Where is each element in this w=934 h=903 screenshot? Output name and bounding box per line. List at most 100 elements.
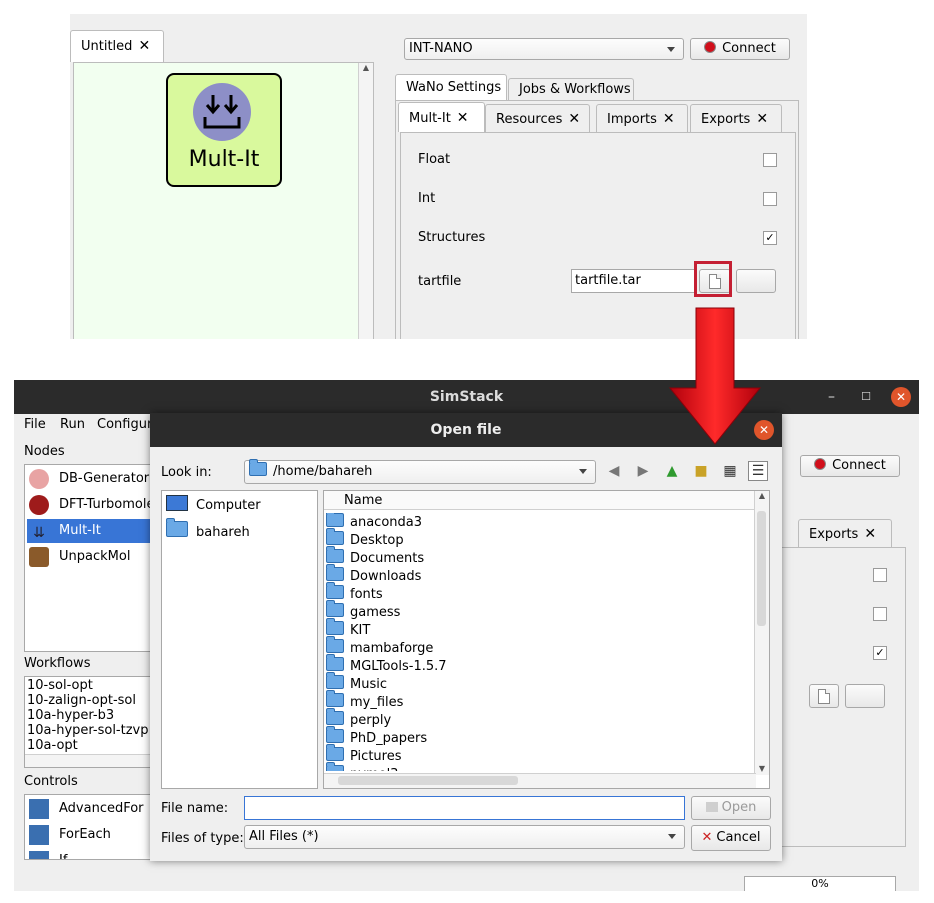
menu-file[interactable]: File bbox=[24, 417, 46, 432]
folder-icon bbox=[326, 762, 344, 771]
cancel-button[interactable]: ✕ Cancel bbox=[691, 825, 771, 851]
tab-exports[interactable]: Exports ✕ bbox=[690, 104, 782, 132]
file-name-input[interactable] bbox=[244, 796, 685, 820]
file-list-vscroll[interactable]: ▲ ▼ bbox=[754, 491, 769, 775]
scroll-down-icon[interactable]: ▼ bbox=[755, 764, 769, 773]
open-button[interactable]: Open bbox=[691, 796, 771, 820]
close-icon[interactable]: ✕ bbox=[568, 111, 580, 127]
back-icon[interactable]: ◀ bbox=[605, 462, 623, 480]
close-icon[interactable]: ✕ bbox=[756, 111, 768, 127]
tartfile-input[interactable]: tartfile.tar bbox=[571, 269, 695, 293]
connect-button[interactable]: Connect bbox=[800, 455, 900, 477]
turbomole-icon bbox=[29, 495, 49, 515]
workflow-canvas[interactable]: Mult-It ▲ bbox=[73, 62, 374, 339]
workflow-item[interactable]: 10-sol-opt bbox=[27, 678, 93, 693]
place-home[interactable]: bahareh bbox=[166, 518, 250, 543]
node-item[interactable]: DFT-Turbomole bbox=[27, 493, 155, 517]
file-row-label: gamess bbox=[350, 605, 401, 620]
file-row[interactable]: gamess bbox=[326, 600, 401, 621]
close-icon[interactable]: ✕ bbox=[138, 38, 150, 54]
files-of-type-select[interactable]: All Files (*) bbox=[244, 825, 685, 849]
scroll-up-icon[interactable]: ▲ bbox=[755, 491, 769, 500]
file-row[interactable]: my_files bbox=[326, 690, 403, 711]
tab-jobs-workflows[interactable]: Jobs & Workflows bbox=[508, 78, 634, 102]
tartfile-label: tartfile bbox=[418, 274, 462, 289]
canvas-scrollbar[interactable]: ▲ bbox=[358, 63, 373, 339]
detail-view-icon[interactable]: ☰ bbox=[748, 461, 768, 481]
folder-icon bbox=[326, 564, 344, 581]
node-item[interactable]: UnpackMol bbox=[27, 545, 130, 569]
nodes-list[interactable]: DB-Generator DFT-Turbomole ⇊ Mult-It Unpa… bbox=[24, 464, 179, 652]
file-list[interactable]: Name anaconda3 Desktop Documents Downloads f… bbox=[323, 490, 770, 789]
workflows-scrollbar[interactable] bbox=[25, 754, 163, 767]
workflow-item[interactable]: 10a-hyper-b3 bbox=[27, 708, 114, 723]
node-mult-it[interactable]: Mult-It bbox=[166, 73, 282, 187]
workflow-item[interactable]: 10a-hyper-sol-tzvp bbox=[27, 723, 148, 738]
control-item[interactable]: ForEach bbox=[27, 823, 111, 847]
file-row[interactable]: Documents bbox=[326, 546, 424, 567]
close-icon[interactable]: ✕ bbox=[864, 526, 876, 542]
workflow-item[interactable]: 10a-opt bbox=[27, 738, 78, 753]
open-file-dialog: Open file ✕ Look in: /home/bahareh ◀ ▶ ▲… bbox=[150, 413, 782, 861]
control-item[interactable]: AdvancedFor bbox=[27, 797, 144, 821]
look-in-select[interactable]: /home/bahareh bbox=[244, 459, 596, 484]
folder-icon bbox=[326, 726, 344, 743]
controls-list[interactable]: AdvancedFor ForEach If bbox=[24, 794, 164, 860]
forward-icon[interactable]: ▶ bbox=[634, 462, 652, 480]
highlight-box bbox=[694, 261, 732, 297]
file-row[interactable]: perply bbox=[326, 708, 391, 729]
control-item[interactable]: If bbox=[27, 849, 67, 859]
scroll-thumb[interactable] bbox=[757, 511, 766, 626]
column-header-name[interactable]: Name bbox=[324, 491, 756, 510]
maximize-icon[interactable]: ☐ bbox=[861, 380, 871, 414]
clear-file-button[interactable] bbox=[845, 684, 885, 708]
folder-icon bbox=[326, 582, 344, 599]
structures-checkbox[interactable]: ✓ bbox=[763, 231, 777, 245]
menu-run[interactable]: Run bbox=[60, 417, 85, 432]
close-icon[interactable]: ✕ bbox=[457, 110, 469, 126]
float-label: Float bbox=[418, 152, 451, 167]
file-row[interactable]: pymol3 bbox=[326, 762, 398, 771]
workflow-item[interactable]: 10-zalign-opt-sol bbox=[27, 693, 136, 708]
loop-icon bbox=[29, 799, 49, 819]
connect-button[interactable]: Connect bbox=[690, 38, 790, 60]
file-rows: anaconda3 Desktop Documents Downloads fonts g… bbox=[324, 513, 754, 771]
icon-view-icon[interactable]: ▦ bbox=[721, 462, 739, 480]
file-list-hscroll[interactable] bbox=[324, 773, 756, 788]
server-select[interactable]: INT-NANO bbox=[404, 38, 684, 60]
parent-directory-icon[interactable]: ▲ bbox=[663, 462, 681, 480]
places-sidebar[interactable]: Computer bahareh bbox=[161, 490, 318, 789]
node-item[interactable]: DB-Generator bbox=[27, 467, 149, 491]
float-checkbox[interactable] bbox=[763, 153, 777, 167]
file-row-label: KIT bbox=[350, 623, 371, 638]
file-row[interactable]: Desktop bbox=[326, 528, 404, 549]
tab-wano-settings[interactable]: WaNo Settings bbox=[395, 74, 507, 102]
tab-exports[interactable]: Exports ✕ bbox=[798, 519, 892, 547]
folder-icon bbox=[326, 672, 344, 689]
file-row[interactable]: anaconda3 bbox=[326, 513, 422, 531]
int-checkbox[interactable] bbox=[763, 192, 777, 206]
close-icon[interactable]: ✕ bbox=[663, 111, 675, 127]
file-row[interactable]: PhD_papers bbox=[326, 726, 427, 747]
file-row[interactable]: Music bbox=[326, 672, 387, 693]
structures-checkbox[interactable]: ✓ bbox=[873, 646, 887, 660]
file-row[interactable]: mambaforge bbox=[326, 636, 433, 657]
browse-file-button[interactable] bbox=[809, 684, 839, 708]
workflows-list[interactable]: 10-sol-opt 10-zalign-opt-sol 10a-hyper-b… bbox=[24, 676, 164, 768]
tab-resources[interactable]: Resources ✕ bbox=[485, 104, 590, 132]
float-checkbox[interactable] bbox=[873, 568, 887, 582]
int-checkbox[interactable] bbox=[873, 607, 887, 621]
scroll-thumb[interactable] bbox=[338, 776, 518, 785]
clear-file-button[interactable] bbox=[736, 269, 776, 293]
file-row[interactable]: Downloads bbox=[326, 564, 421, 585]
file-row[interactable]: MGLTools-1.5.7 bbox=[326, 654, 447, 675]
file-row[interactable]: Pictures bbox=[326, 744, 401, 765]
open-button-label: Open bbox=[721, 800, 757, 815]
place-computer[interactable]: Computer bbox=[166, 495, 261, 517]
close-icon[interactable]: ✕ bbox=[891, 387, 911, 407]
tab-imports[interactable]: Imports ✕ bbox=[596, 104, 688, 132]
new-folder-icon[interactable]: ■ bbox=[692, 462, 710, 480]
tab-workflow-untitled[interactable]: Untitled ✕ bbox=[70, 30, 164, 62]
tab-mult-it[interactable]: Mult-It ✕ bbox=[398, 102, 485, 132]
minimize-icon[interactable]: – bbox=[828, 380, 835, 414]
